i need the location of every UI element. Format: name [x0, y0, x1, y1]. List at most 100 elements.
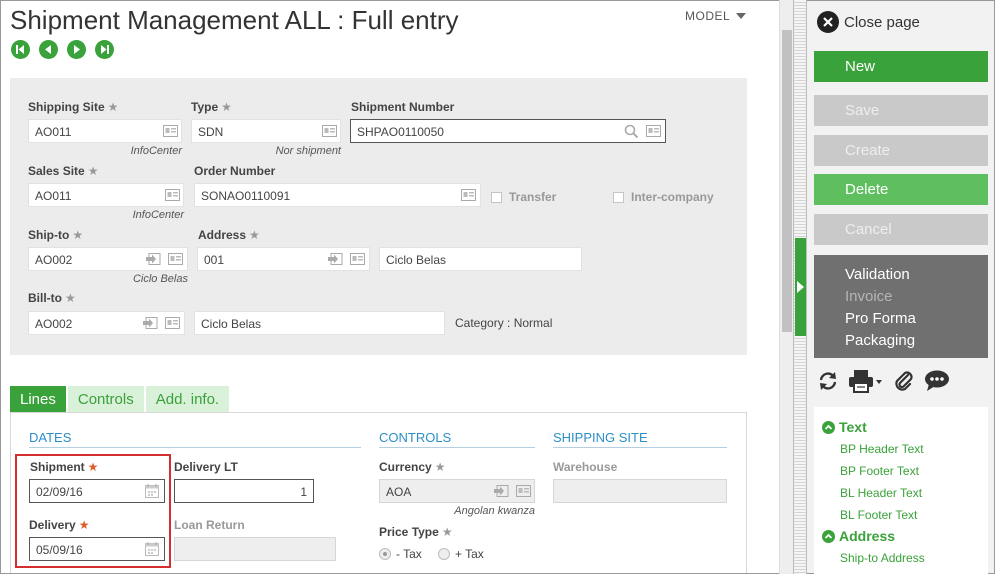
search-icon[interactable]: [624, 124, 639, 139]
inter-company-checkbox[interactable]: Inter-company: [613, 190, 714, 204]
model-dropdown[interactable]: MODEL: [685, 9, 747, 23]
sales-site-label: Sales Site ★: [28, 164, 99, 178]
links-panel: Text BP Header Text BP Footer Text BL He…: [814, 407, 988, 574]
text-links-heading[interactable]: Text: [822, 419, 867, 435]
close-icon: [817, 11, 839, 33]
details-icon[interactable]: [168, 253, 183, 265]
cancel-button[interactable]: Cancel: [814, 214, 988, 245]
model-label: MODEL: [685, 9, 731, 23]
menu-item-invoice[interactable]: Invoice: [845, 286, 988, 308]
sales-site-description: InfoCenter: [132, 209, 184, 221]
chevron-up-icon: [822, 420, 835, 434]
controls-section-title: CONTROLS: [379, 430, 535, 448]
inter-company-label: Inter-company: [631, 190, 714, 204]
warehouse-input: [553, 479, 727, 503]
details-icon[interactable]: [461, 189, 476, 201]
scrollbar-thumb[interactable]: [782, 30, 792, 332]
close-page-button[interactable]: Close page: [817, 11, 920, 33]
link-bl-footer-text[interactable]: BL Footer Text: [840, 508, 917, 522]
minus-tax-label: - Tax: [396, 547, 422, 561]
delete-button[interactable]: Delete: [814, 174, 988, 205]
details-icon[interactable]: [350, 253, 365, 265]
attachment-icon[interactable]: [893, 369, 915, 393]
address-label: Address ★: [198, 228, 260, 242]
category-text: Category : Normal: [455, 316, 553, 330]
goto-icon[interactable]: [328, 253, 343, 265]
details-icon[interactable]: [646, 125, 661, 137]
save-button[interactable]: Save: [814, 95, 988, 126]
delivery-lt-input[interactable]: 1: [174, 479, 314, 503]
order-number-label: Order Number: [194, 164, 276, 178]
collapse-panel-handle[interactable]: [795, 238, 806, 336]
order-number-input[interactable]: SONAO0110091: [194, 183, 481, 207]
price-type-minus-tax-radio[interactable]: - Tax: [379, 547, 422, 561]
currency-description: Angolan kwanza: [454, 505, 535, 517]
warehouse-label: Warehouse: [553, 460, 618, 474]
tab-lines[interactable]: Lines: [10, 386, 66, 413]
checkbox-box[interactable]: [613, 191, 624, 203]
bill-to-name-field: Ciclo Belas: [194, 311, 445, 335]
goto-icon[interactable]: [146, 253, 161, 265]
next-record-icon[interactable]: [67, 40, 86, 59]
shipping-site-input[interactable]: AO011: [28, 119, 182, 143]
ship-to-description: Ciclo Belas: [132, 273, 188, 285]
menu-item-pro-forma[interactable]: Pro Forma: [845, 308, 988, 330]
link-ship-to-address[interactable]: Ship-to Address: [840, 551, 925, 565]
price-type-plus-tax-radio[interactable]: + Tax: [438, 547, 484, 561]
bill-to-label: Bill-to ★: [28, 291, 76, 305]
main-content: Shipment Management ALL : Full entry MOD…: [0, 0, 793, 574]
first-record-icon[interactable]: [11, 40, 30, 59]
details-icon[interactable]: [165, 317, 180, 329]
toolbar-icons: [817, 369, 950, 393]
shipping-site-description: InfoCenter: [130, 145, 182, 157]
plus-tax-label: + Tax: [455, 547, 484, 561]
radio-dot[interactable]: [438, 548, 450, 560]
currency-label: Currency ★: [379, 460, 446, 474]
vertical-scrollbar[interactable]: [779, 0, 793, 574]
sales-site-input[interactable]: AO011: [28, 183, 184, 207]
details-icon[interactable]: [322, 125, 337, 137]
shipping-site-label: Shipping Site ★: [28, 100, 119, 114]
function-menu: Validation Invoice Pro Forma Packaging: [814, 255, 988, 358]
radio-dot[interactable]: [379, 548, 391, 560]
record-navigation: [11, 40, 114, 59]
ship-to-input[interactable]: AO002: [28, 247, 188, 271]
create-button[interactable]: Create: [814, 135, 988, 166]
print-icon[interactable]: [848, 369, 884, 393]
previous-record-icon[interactable]: [39, 40, 58, 59]
chevron-right-icon: [797, 281, 804, 293]
tab-add-info[interactable]: Add. info.: [145, 386, 230, 413]
address-heading-label: Address: [839, 528, 896, 544]
transfer-label: Transfer: [509, 190, 557, 204]
bill-to-input[interactable]: AO002: [28, 311, 185, 335]
menu-item-packaging[interactable]: Packaging: [845, 330, 988, 352]
comment-icon[interactable]: [924, 370, 950, 392]
new-button[interactable]: New: [814, 51, 988, 82]
refresh-icon[interactable]: [817, 370, 839, 392]
type-description: Nor shipment: [275, 145, 341, 157]
address-input[interactable]: 001: [197, 247, 370, 271]
checkbox-box[interactable]: [491, 191, 502, 203]
last-record-icon[interactable]: [95, 40, 114, 59]
goto-icon[interactable]: [494, 485, 509, 497]
address-links-heading[interactable]: Address: [822, 528, 895, 544]
menu-item-validation[interactable]: Validation: [845, 264, 988, 286]
action-panel: Close page New Save Create Delete Cancel…: [807, 0, 995, 574]
chevron-up-icon: [822, 529, 835, 543]
details-icon[interactable]: [165, 189, 180, 201]
delivery-lt-label: Delivery LT: [174, 460, 238, 474]
transfer-checkbox[interactable]: Transfer: [491, 190, 556, 204]
link-bl-header-text[interactable]: BL Header Text: [840, 486, 922, 500]
type-input[interactable]: SDN: [191, 119, 341, 143]
link-bp-footer-text[interactable]: BP Footer Text: [840, 464, 919, 478]
goto-icon[interactable]: [143, 317, 158, 329]
shipment-number-input[interactable]: SHPAO0110050: [350, 119, 666, 143]
details-icon[interactable]: [516, 485, 531, 497]
details-icon[interactable]: [163, 125, 178, 137]
chevron-down-icon: [736, 13, 747, 19]
link-bp-header-text[interactable]: BP Header Text: [840, 442, 924, 456]
text-heading-label: Text: [839, 419, 867, 435]
loan-return-input: [174, 537, 336, 561]
tab-bar: Lines Controls Add. info.: [10, 386, 230, 413]
tab-controls[interactable]: Controls: [67, 386, 144, 413]
